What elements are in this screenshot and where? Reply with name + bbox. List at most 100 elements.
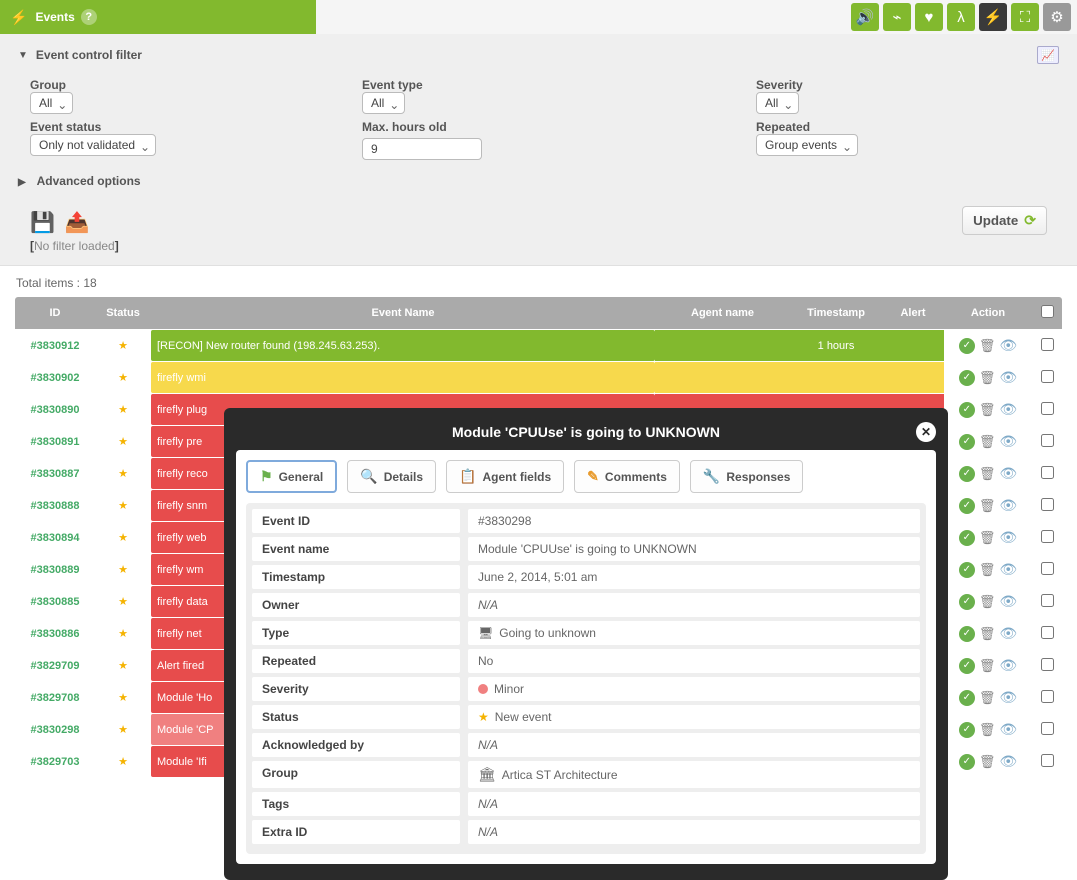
select-all-checkbox[interactable] [1041, 305, 1054, 318]
event-id[interactable]: #3830889 [15, 554, 95, 585]
delete-icon[interactable]: 🗑 [979, 434, 996, 450]
save-filter-icon[interactable]: 💾 [30, 210, 55, 235]
event-id[interactable]: #3830887 [15, 458, 95, 489]
delete-icon[interactable]: 🗑 [979, 754, 996, 770]
delete-icon[interactable]: 🗑 [979, 722, 996, 738]
col-agent[interactable]: Agent name [655, 297, 790, 329]
delete-icon[interactable]: 🗑 [979, 370, 996, 386]
close-button[interactable]: ✕ [916, 422, 936, 442]
delete-icon[interactable]: 🗑 [979, 338, 996, 354]
delete-icon[interactable]: 🗑 [979, 498, 996, 514]
validate-icon[interactable]: ✓ [959, 530, 975, 546]
load-filter-icon[interactable]: 📤 [65, 210, 90, 235]
view-icon[interactable]: 👁 [999, 401, 1017, 418]
col-action[interactable]: Action [944, 297, 1032, 329]
status-select[interactable]: Only not validated [30, 134, 156, 156]
tab-details[interactable]: 🔍Details [347, 460, 436, 493]
update-button[interactable]: Update ⟳ [962, 206, 1047, 235]
row-checkbox[interactable] [1041, 754, 1054, 767]
view-icon[interactable]: 👁 [999, 657, 1017, 674]
delete-icon[interactable]: 🗑 [979, 466, 996, 482]
validate-icon[interactable]: ✓ [959, 466, 975, 482]
event-id[interactable]: #3830885 [15, 586, 95, 617]
settings-icon[interactable]: ⚙ [1043, 3, 1071, 31]
advanced-options[interactable]: ▶ Advanced options [0, 166, 1077, 192]
validate-icon[interactable]: ✓ [959, 658, 975, 674]
event-name[interactable]: firefly wmi [151, 362, 655, 393]
view-icon[interactable]: 👁 [999, 337, 1017, 354]
view-icon[interactable]: 👁 [999, 689, 1017, 706]
row-checkbox[interactable] [1041, 530, 1054, 543]
tab-agent-fields[interactable]: 📋Agent fields [446, 460, 564, 493]
event-id[interactable]: #3829703 [15, 746, 95, 777]
validate-icon[interactable]: ✓ [959, 562, 975, 578]
validate-icon[interactable]: ✓ [959, 722, 975, 738]
validate-icon[interactable]: ✓ [959, 498, 975, 514]
table-row[interactable]: #3830912★[RECON] New router found (198.2… [15, 330, 1062, 361]
validate-icon[interactable]: ✓ [959, 402, 975, 418]
event-id[interactable]: #3830912 [15, 330, 95, 361]
view-icon[interactable]: 👁 [999, 369, 1017, 386]
event-id[interactable]: #3829708 [15, 682, 95, 713]
event-id[interactable]: #3830886 [15, 618, 95, 649]
event-id[interactable]: #3830888 [15, 490, 95, 521]
validate-icon[interactable]: ✓ [959, 594, 975, 610]
validate-icon[interactable]: ✓ [959, 434, 975, 450]
validate-icon[interactable]: ✓ [959, 370, 975, 386]
row-checkbox[interactable] [1041, 690, 1054, 703]
delete-icon[interactable]: 🗑 [979, 530, 996, 546]
group-select[interactable]: All [30, 92, 73, 114]
validate-icon[interactable]: ✓ [959, 338, 975, 354]
row-checkbox[interactable] [1041, 722, 1054, 735]
repeated-select[interactable]: Group events [756, 134, 858, 156]
view-icon[interactable]: 👁 [999, 465, 1017, 482]
view-icon[interactable]: 👁 [999, 753, 1017, 770]
delete-icon[interactable]: 🗑 [979, 690, 996, 706]
delete-icon[interactable]: 🗑 [979, 626, 996, 642]
table-row[interactable]: #3830902★firefly wmi✓🗑👁 [15, 362, 1062, 393]
bolt-icon[interactable]: ⚡ [979, 3, 1007, 31]
sound-icon[interactable]: 🔊 [851, 3, 879, 31]
col-alert[interactable]: Alert [882, 297, 944, 329]
delete-icon[interactable]: 🗑 [979, 594, 996, 610]
row-checkbox[interactable] [1041, 498, 1054, 511]
tab-general[interactable]: ⚑General [246, 460, 337, 493]
view-icon[interactable]: 👁 [999, 625, 1017, 642]
event-id[interactable]: #3830891 [15, 426, 95, 457]
heart-icon[interactable]: ♥ [915, 3, 943, 31]
help-icon[interactable]: ? [81, 9, 97, 25]
validate-icon[interactable]: ✓ [959, 754, 975, 770]
col-name[interactable]: Event Name [151, 297, 655, 329]
view-icon[interactable]: 👁 [999, 721, 1017, 738]
event-name[interactable]: [RECON] New router found (198.245.63.253… [151, 330, 655, 361]
row-checkbox[interactable] [1041, 658, 1054, 671]
row-checkbox[interactable] [1041, 434, 1054, 447]
row-checkbox[interactable] [1041, 466, 1054, 479]
row-checkbox[interactable] [1041, 626, 1054, 639]
delete-icon[interactable]: 🗑 [979, 562, 996, 578]
event-id[interactable]: #3829709 [15, 650, 95, 681]
row-checkbox[interactable] [1041, 562, 1054, 575]
severity-select[interactable]: All [756, 92, 799, 114]
tab-comments[interactable]: ✎Comments [574, 460, 680, 493]
event-type-select[interactable]: All [362, 92, 405, 114]
row-checkbox[interactable] [1041, 402, 1054, 415]
event-id[interactable]: #3830902 [15, 362, 95, 393]
col-ts[interactable]: Timestamp [790, 297, 882, 329]
view-icon[interactable]: 👁 [999, 593, 1017, 610]
validate-icon[interactable]: ✓ [959, 626, 975, 642]
chart-icon[interactable]: ⌁ [883, 3, 911, 31]
view-icon[interactable]: 👁 [999, 433, 1017, 450]
row-checkbox[interactable] [1041, 594, 1054, 607]
col-checkbox-header[interactable] [1032, 297, 1062, 329]
col-id[interactable]: ID [15, 297, 95, 329]
view-icon[interactable]: 👁 [999, 529, 1017, 546]
row-checkbox[interactable] [1041, 338, 1054, 351]
tab-responses[interactable]: 🔧Responses [690, 460, 803, 493]
view-icon[interactable]: 👁 [999, 497, 1017, 514]
col-status[interactable]: Status [95, 297, 151, 329]
graph-toggle-icon[interactable]: 📈 [1037, 46, 1059, 64]
filter-header[interactable]: ▼ Event control filter 📈 [0, 34, 1077, 68]
delete-icon[interactable]: 🗑 [979, 402, 996, 418]
event-id[interactable]: #3830894 [15, 522, 95, 553]
